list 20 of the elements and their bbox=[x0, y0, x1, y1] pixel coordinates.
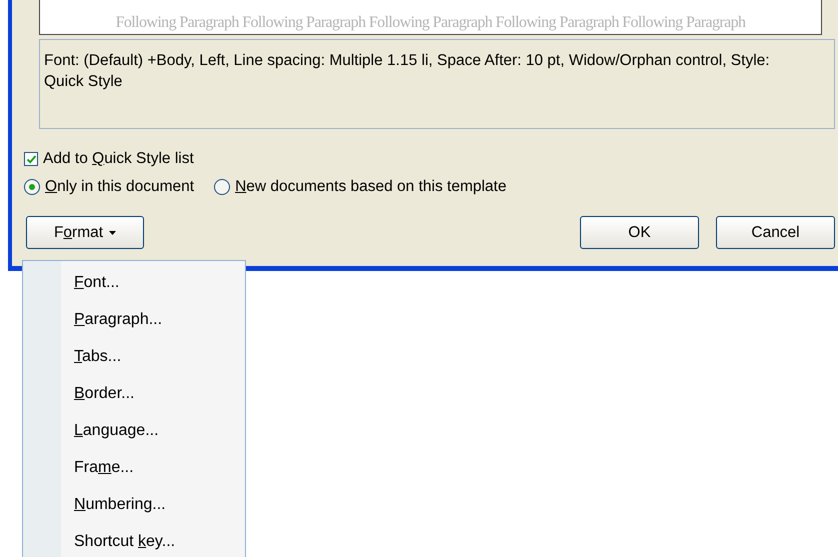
menu-item[interactable]: Border... bbox=[23, 375, 134, 412]
caret-icon bbox=[109, 230, 116, 234]
radio-label[interactable]: New documents based on this template bbox=[235, 178, 506, 196]
menu-item[interactable]: Font... bbox=[23, 264, 120, 301]
menu-item[interactable]: Tabs... bbox=[23, 338, 122, 375]
checkbox-label[interactable]: Add to Quick Style list bbox=[43, 150, 194, 168]
menu-item[interactable]: Numbering... bbox=[23, 486, 166, 523]
menu-item[interactable]: Paragraph... bbox=[23, 301, 162, 338]
description-text: Font: (Default) +Body, Left, Line spacing: Multiple 1.15 li, Space After: 10 pt, Widow/Orphan control, Style: Quick Style bbox=[44, 52, 770, 90]
menu-item[interactable]: Frame... bbox=[23, 449, 134, 486]
menu-item[interactable]: Language... bbox=[23, 412, 159, 449]
radio-button[interactable] bbox=[24, 179, 40, 195]
menu-item[interactable]: Shortcut key... bbox=[23, 523, 176, 557]
format-button[interactable]: Format bbox=[26, 216, 144, 249]
dialog-button[interactable]: OK bbox=[580, 216, 699, 249]
dialog-button[interactable]: Cancel bbox=[716, 216, 835, 249]
preview-text: Following Paragraph Following Paragraph Following Paragraph Following Paragraph Following Paragraph bbox=[116, 14, 746, 32]
checkbox[interactable] bbox=[24, 152, 38, 166]
radio-button[interactable] bbox=[214, 179, 230, 195]
radio-label[interactable]: Only in this document bbox=[45, 178, 194, 196]
